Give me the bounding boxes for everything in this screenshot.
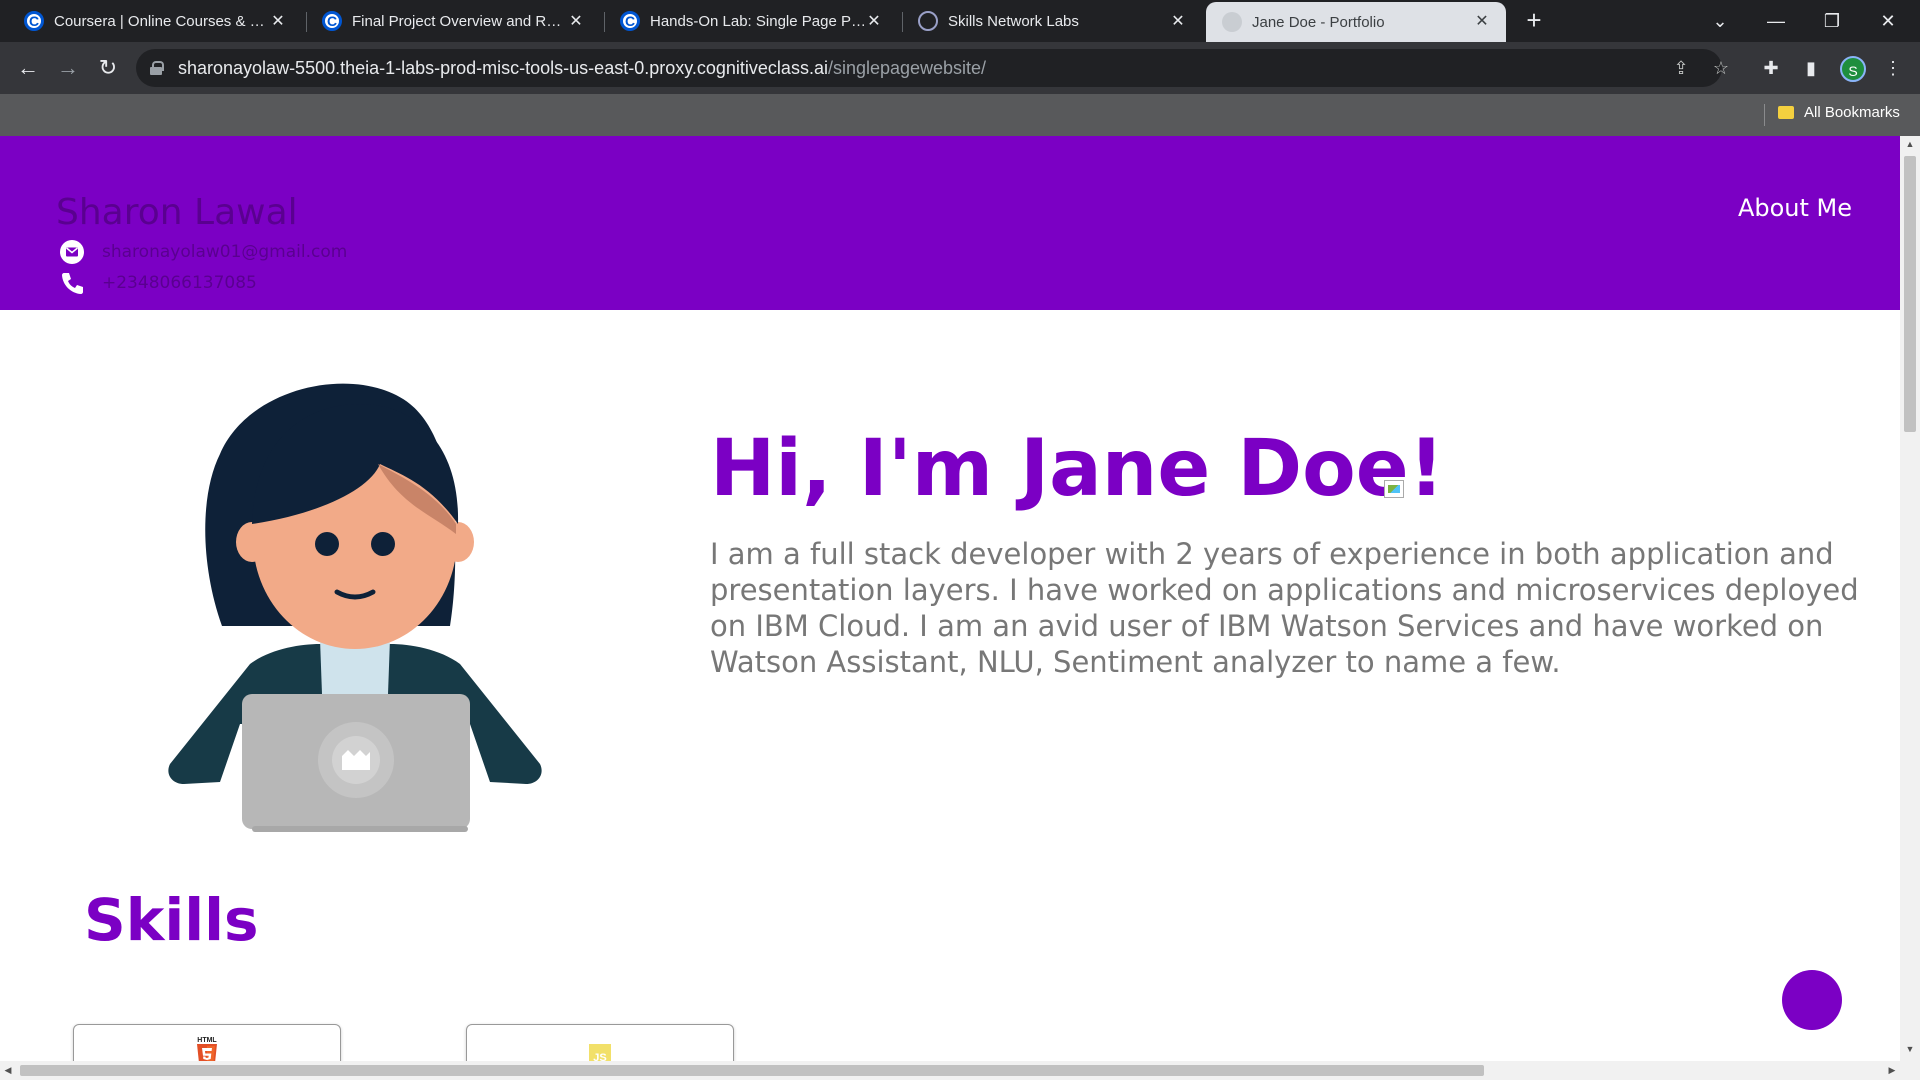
nav-about-me-link[interactable]: About Me — [1738, 194, 1852, 222]
tab-skills-network[interactable]: Skills Network Labs ✕ — [918, 0, 1202, 42]
scroll-up-arrow[interactable]: ▲ — [1900, 136, 1920, 152]
coursera-icon: C — [322, 11, 342, 31]
url-text[interactable]: sharonayolaw-5500.theia-1-labs-prod-misc… — [178, 58, 986, 79]
new-tab-button[interactable]: + — [1520, 6, 1548, 34]
skill-card-javascript: JS — [466, 1024, 734, 1061]
minimize-button[interactable]: — — [1748, 0, 1804, 42]
url-path: /singlepagewebsite/ — [827, 57, 987, 78]
tab-title: Coursera | Online Courses & Credentials — [54, 12, 270, 30]
tab-hands-on-lab[interactable]: C Hands-On Lab: Single Page Portfolio ✕ — [620, 0, 898, 42]
browser-toolbar: ← → ↻ sharonayolaw-5500.theia-1-labs-pro… — [0, 42, 1920, 94]
scroll-left-arrow[interactable]: ◀ — [0, 1061, 16, 1080]
coursera-icon: C — [620, 11, 640, 31]
close-icon[interactable]: ✕ — [566, 11, 586, 31]
hero-title: Hi, I'm Jane Doe! — [710, 424, 1445, 514]
tab-final-project[interactable]: C Final Project Overview and Review ✕ — [322, 0, 600, 42]
email-icon — [58, 238, 86, 266]
javascript-icon: JS — [589, 1044, 611, 1061]
all-bookmarks-label: All Bookmarks — [1804, 104, 1900, 121]
floating-action-button[interactable] — [1782, 970, 1842, 1030]
scroll-right-arrow[interactable]: ▶ — [1884, 1061, 1900, 1080]
close-icon[interactable]: ✕ — [1168, 11, 1188, 31]
svg-text:JS: JS — [593, 1052, 606, 1061]
bookmark-star-icon[interactable]: ☆ — [1710, 57, 1732, 79]
tab-strip: C Coursera | Online Courses & Credential… — [0, 0, 1920, 42]
folder-icon — [1778, 106, 1794, 119]
broken-image-icon — [1384, 480, 1404, 498]
email-contact: sharonayolaw01@gmail.com — [58, 238, 347, 266]
vertical-scroll-thumb[interactable] — [1904, 156, 1916, 432]
back-button[interactable]: ← — [14, 54, 42, 82]
reload-button[interactable]: ↻ — [94, 54, 122, 82]
url-host: sharonayolaw-5500.theia-1-labs-prod-misc… — [178, 57, 828, 78]
globe-icon — [1222, 12, 1242, 32]
bookmarks-bar: All Bookmarks — [0, 94, 1920, 136]
share-icon[interactable]: ⇪ — [1670, 57, 1692, 79]
lock-icon[interactable] — [150, 61, 164, 75]
vertical-scrollbar[interactable]: ▲ ▼ — [1900, 136, 1920, 1061]
tab-search-icon[interactable]: ⌄ — [1692, 0, 1748, 42]
tab-title: Hands-On Lab: Single Page Portfolio — [650, 12, 866, 30]
close-icon[interactable]: ✕ — [1472, 11, 1492, 31]
email-link[interactable]: sharonayolaw01@gmail.com — [102, 242, 347, 262]
close-icon[interactable]: ✕ — [864, 11, 884, 31]
tab-coursera[interactable]: C Coursera | Online Courses & Credential… — [24, 0, 302, 42]
phone-link[interactable]: +2348066137085 — [102, 273, 257, 293]
tab-title: Final Project Overview and Review — [352, 12, 568, 30]
close-window-button[interactable]: ✕ — [1860, 0, 1916, 42]
site-owner-name: Sharon Lawal — [56, 192, 298, 233]
skills-heading: Skills — [84, 886, 259, 954]
extensions-icon[interactable]: ✚ — [1758, 55, 1784, 81]
scroll-down-arrow[interactable]: ▼ — [1900, 1041, 1920, 1057]
forward-button[interactable]: → — [54, 54, 82, 82]
skill-card-html: HTML — [73, 1024, 341, 1061]
hero-description: I am a full stack developer with 2 years… — [710, 537, 1859, 679]
tab-title: Skills Network Labs — [948, 12, 1079, 30]
tab-title: Jane Doe - Portfolio — [1252, 13, 1385, 31]
html5-icon: HTML — [197, 1037, 217, 1061]
site-header: Sharon Lawal sharonayolaw01@gmail.com +2… — [0, 136, 1900, 310]
all-bookmarks-button[interactable]: All Bookmarks — [1778, 104, 1900, 121]
side-panel-icon[interactable]: ▮ — [1798, 55, 1824, 81]
developer-illustration — [168, 383, 542, 832]
page-viewport: Sharon Lawal sharonayolaw01@gmail.com +2… — [0, 136, 1900, 1061]
menu-icon[interactable]: ⋮ — [1880, 55, 1906, 81]
phone-icon — [58, 269, 86, 297]
horizontal-scroll-thumb[interactable] — [20, 1065, 1484, 1076]
phone-contact: +2348066137085 — [58, 269, 257, 297]
svg-text:HTML: HTML — [197, 1037, 217, 1044]
restore-button[interactable]: ❐ — [1804, 0, 1860, 42]
skills-network-icon — [918, 11, 938, 31]
address-bar[interactable]: sharonayolaw-5500.theia-1-labs-prod-misc… — [136, 49, 1729, 87]
profile-avatar[interactable]: S — [1840, 56, 1866, 82]
coursera-icon: C — [24, 11, 44, 31]
horizontal-scrollbar[interactable]: ◀ ▶ — [0, 1061, 1920, 1080]
tab-jane-doe-portfolio[interactable]: Jane Doe - Portfolio ✕ — [1206, 2, 1506, 42]
close-icon[interactable]: ✕ — [268, 11, 288, 31]
